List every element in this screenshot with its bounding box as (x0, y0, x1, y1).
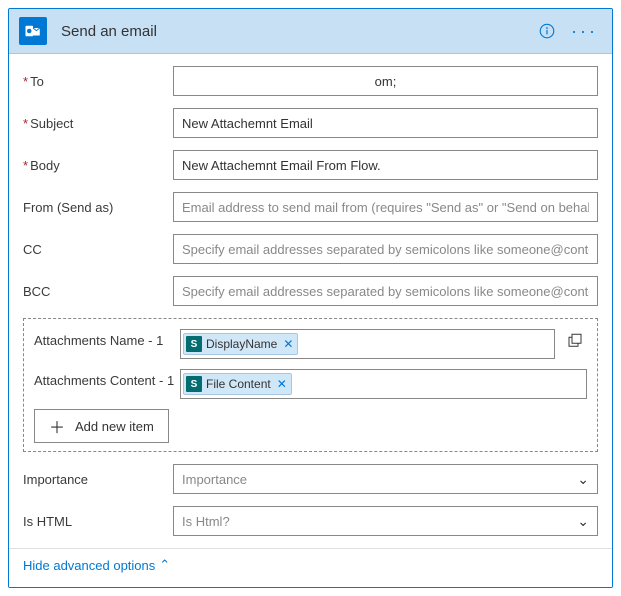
to-input[interactable] (173, 66, 598, 96)
attachment-name-input[interactable]: S DisplayName ✕ (180, 329, 555, 359)
subject-input[interactable] (173, 108, 598, 138)
from-label: From (Send as) (23, 200, 173, 215)
importance-select[interactable]: Importance ⌄ (173, 464, 598, 494)
remove-token-icon[interactable]: ✕ (277, 377, 287, 391)
switch-mode-icon[interactable] (563, 329, 587, 353)
ishtml-select[interactable]: Is Html? ⌄ (173, 506, 598, 536)
card-header[interactable]: Send an email ··· (9, 9, 612, 54)
attachments-group: Attachments Name - 1 S DisplayName ✕ (23, 318, 598, 452)
chevron-down-icon: ⌄ (577, 513, 589, 530)
info-icon[interactable] (537, 21, 557, 41)
body-input[interactable] (173, 150, 598, 180)
subject-label: Subject (23, 116, 173, 131)
add-item-label: Add new item (75, 419, 154, 434)
cc-input[interactable] (173, 234, 598, 264)
sharepoint-icon: S (186, 376, 202, 392)
importance-placeholder: Importance (182, 472, 247, 487)
add-new-item-button[interactable]: ＋ Add new item (34, 409, 169, 443)
more-menu-icon[interactable]: ··· (567, 21, 602, 42)
chevron-up-icon: ⌃ (159, 557, 170, 573)
bcc-input[interactable] (173, 276, 598, 306)
token-label: DisplayName (206, 337, 277, 351)
importance-label: Importance (23, 472, 173, 487)
outlook-icon (19, 17, 47, 45)
bcc-label: BCC (23, 284, 173, 299)
attachment-name-label: Attachments Name - 1 (34, 329, 180, 350)
action-card: Send an email ··· To Subject Body From (… (8, 8, 613, 588)
hide-advanced-options-link[interactable]: Hide advanced options ⌃ (23, 557, 170, 573)
from-input[interactable] (173, 192, 598, 222)
token-label: File Content (206, 377, 271, 391)
chevron-down-icon: ⌄ (577, 471, 589, 488)
card-body: To Subject Body From (Send as) CC BCC At… (9, 54, 612, 587)
filecontent-token[interactable]: S File Content ✕ (183, 373, 292, 395)
cc-label: CC (23, 242, 173, 257)
remove-token-icon[interactable]: ✕ (283, 337, 293, 351)
displayname-token[interactable]: S DisplayName ✕ (183, 333, 298, 355)
sharepoint-icon: S (186, 336, 202, 352)
ishtml-placeholder: Is Html? (182, 514, 230, 529)
link-label: Hide advanced options (23, 558, 155, 573)
to-label: To (23, 74, 173, 89)
plus-icon: ＋ (49, 414, 65, 438)
body-label: Body (23, 158, 173, 173)
ishtml-label: Is HTML (23, 514, 173, 529)
attachment-content-input[interactable]: S File Content ✕ (180, 369, 587, 399)
card-title: Send an email (61, 23, 537, 40)
attachment-content-label: Attachments Content - 1 (34, 369, 180, 390)
